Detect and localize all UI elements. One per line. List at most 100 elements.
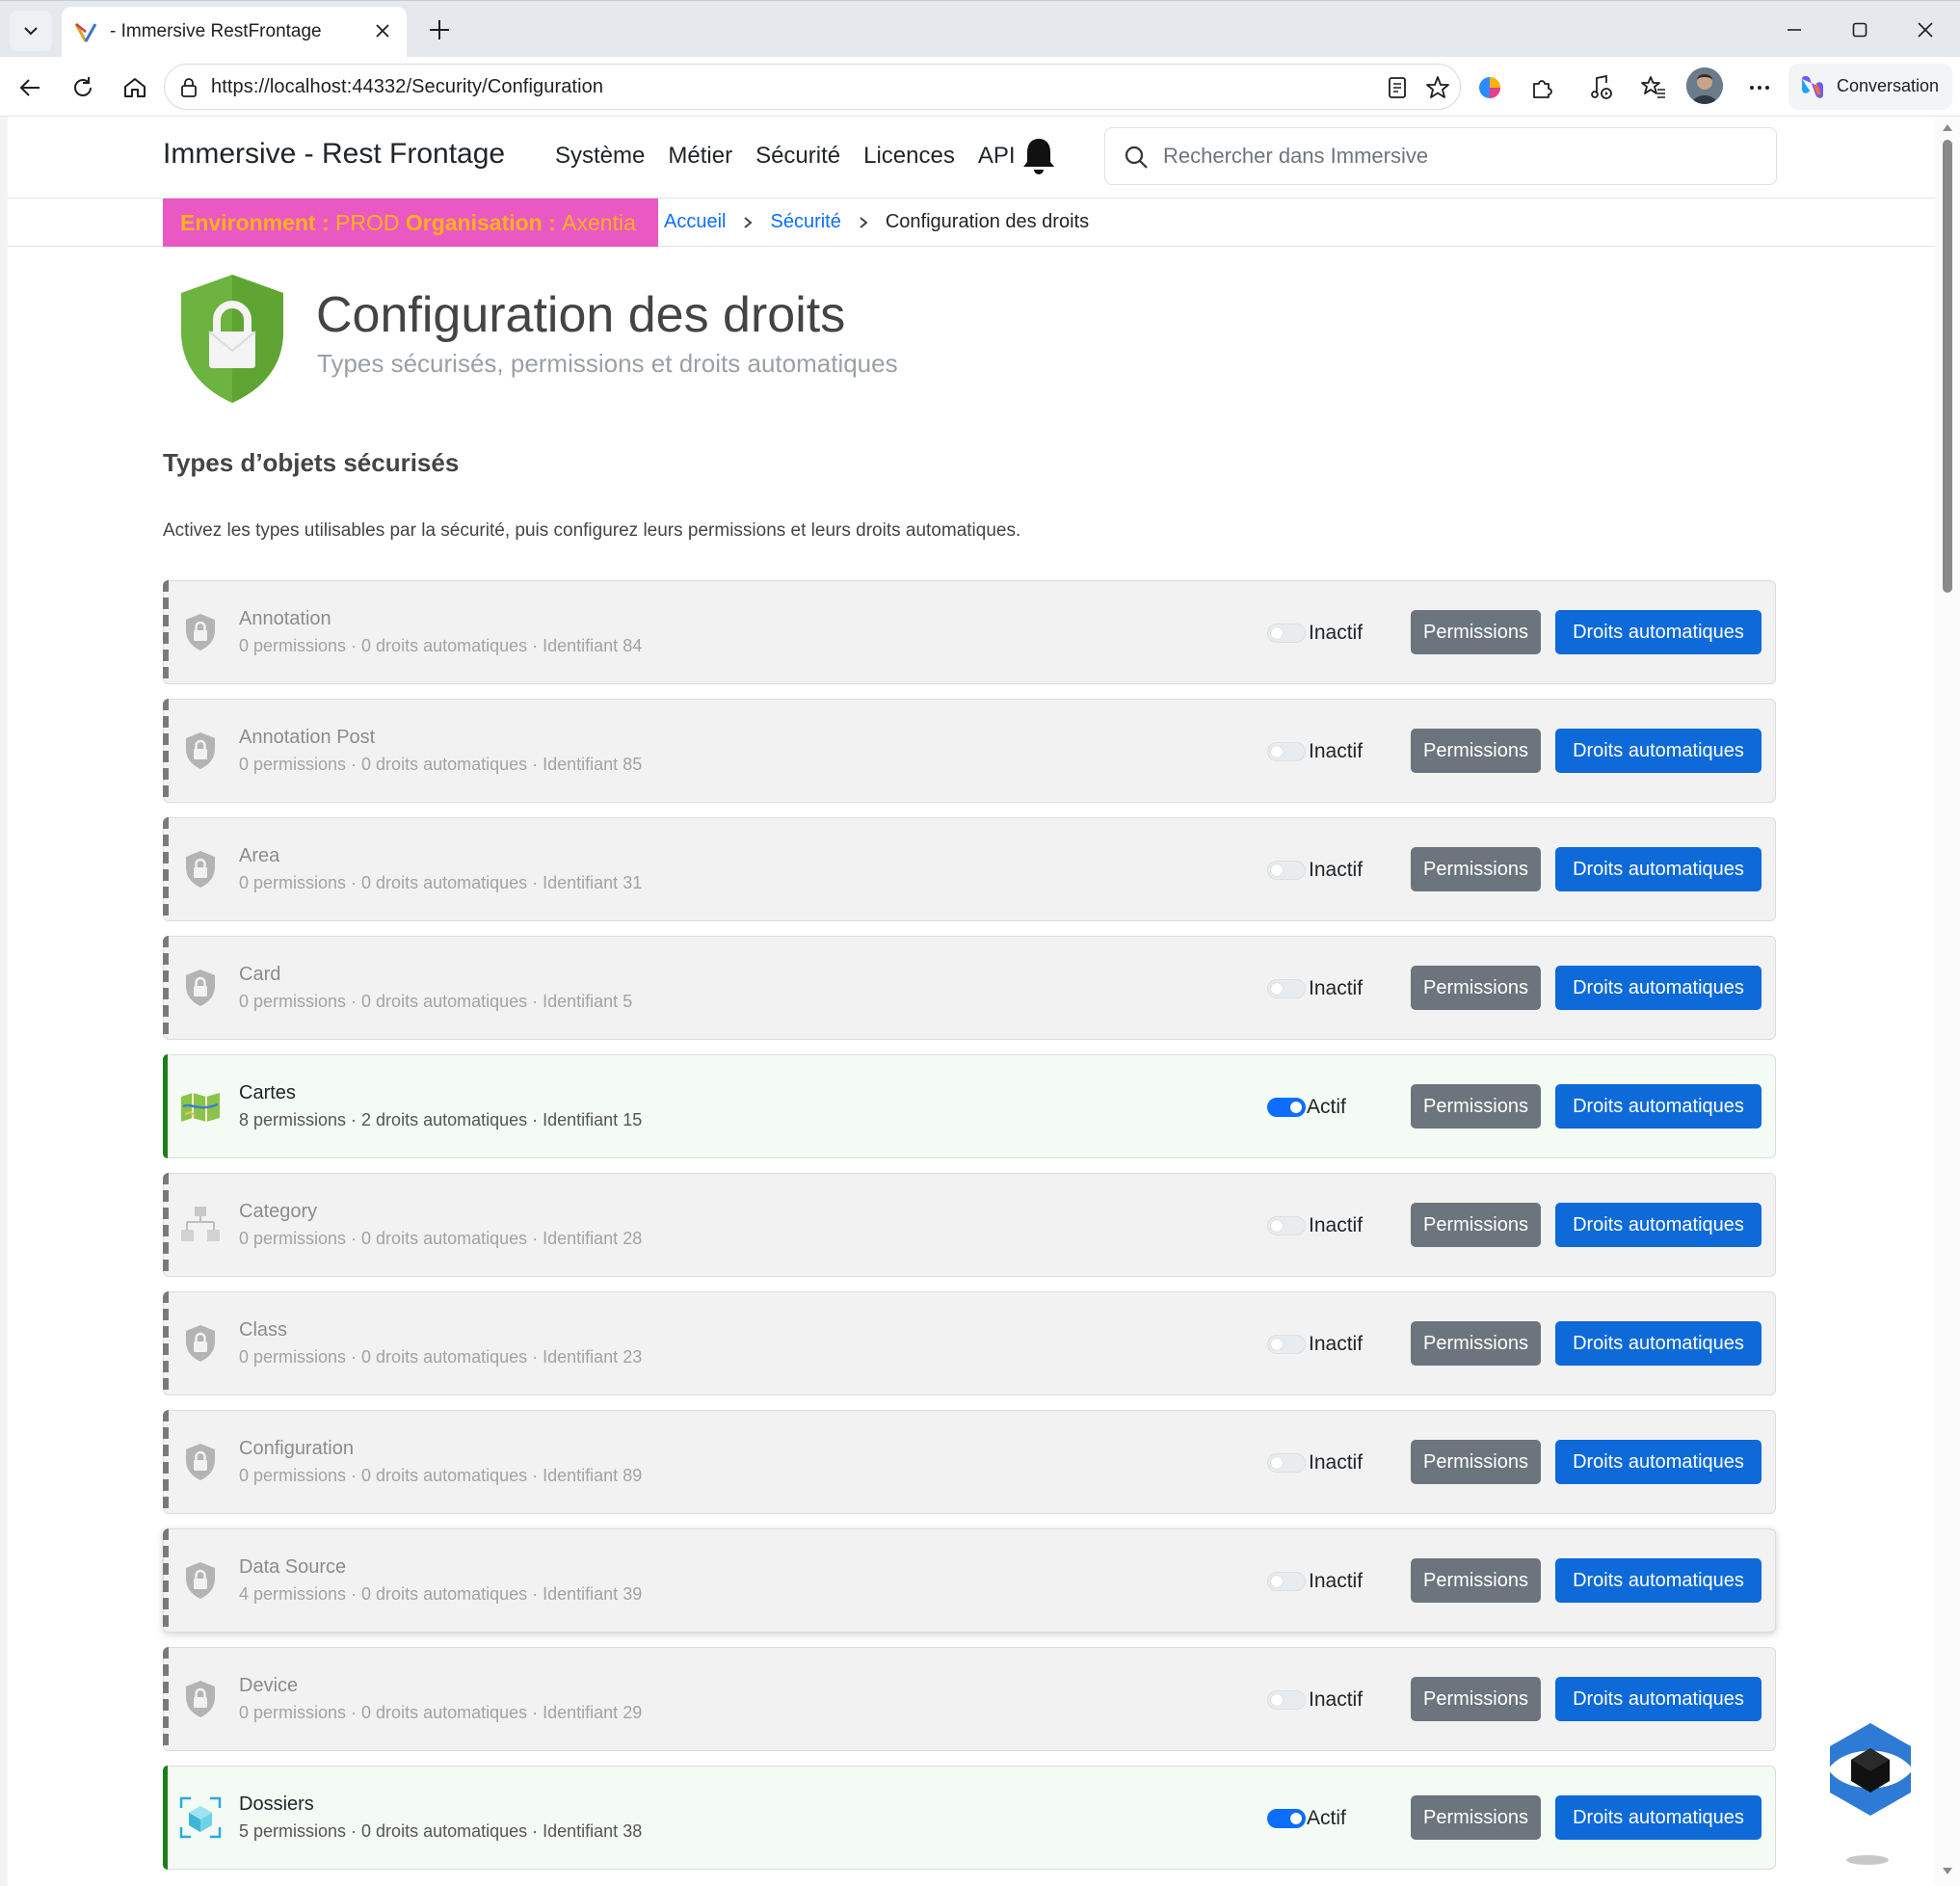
permissions-button[interactable]: Permissions [1411, 1321, 1541, 1366]
auto-rights-button[interactable]: Droits automatiques [1555, 1795, 1761, 1840]
status-label[interactable]: Inactif [1309, 1451, 1363, 1474]
menu-item-metier[interactable]: Métier [668, 143, 732, 170]
menu-item-api[interactable]: API [978, 143, 1016, 170]
global-search[interactable] [1104, 127, 1777, 185]
status-label[interactable]: Actif [1307, 1096, 1346, 1119]
address-url[interactable]: https://localhost:44332/Security/Configu… [211, 76, 603, 98]
settings-more-button[interactable] [1740, 68, 1779, 107]
permissions-button[interactable]: Permissions [1411, 1677, 1541, 1721]
browser-tab-active[interactable]: - Immersive RestFrontage [62, 7, 407, 58]
page-scrollbar[interactable] [1935, 117, 1960, 1886]
permissions-button[interactable]: Permissions [1411, 1084, 1541, 1129]
home-button[interactable] [116, 68, 154, 107]
auto-rights-button[interactable]: Droits automatiques [1555, 1321, 1761, 1366]
arrow-left-icon [19, 79, 40, 96]
minimize-button[interactable] [1775, 11, 1814, 49]
music-note-icon [1591, 74, 1612, 99]
permissions-button[interactable]: Permissions [1411, 610, 1541, 654]
secured-type-row: Class 0 permissions · 0 droits automatiqu… [163, 1291, 1776, 1395]
permissions-button[interactable]: Permissions [1411, 1203, 1541, 1247]
shield-lock-icon [179, 1440, 222, 1484]
app-header: Immersive - Rest Frontage Système Métier… [8, 117, 1935, 199]
tab-close-icon[interactable] [370, 18, 395, 43]
site-info-icon[interactable] [176, 75, 201, 100]
type-name: Dossiers [239, 1793, 314, 1815]
reader-view-icon[interactable] [1383, 73, 1412, 102]
copilot-sidebar-button[interactable] [1470, 68, 1509, 107]
assistant-eye-icon[interactable] [1824, 1721, 1917, 1818]
active-toggle[interactable] [1267, 1809, 1306, 1828]
tab-list-button[interactable] [10, 11, 52, 51]
scroll-up-arrow-icon[interactable] [1942, 122, 1953, 132]
profile-avatar[interactable] [1686, 67, 1723, 104]
scrollbar-thumb[interactable] [1943, 140, 1952, 593]
status-label[interactable]: Inactif [1309, 1333, 1363, 1356]
favorite-star-icon[interactable] [1423, 73, 1452, 102]
new-tab-button[interactable] [422, 13, 457, 47]
url-prefix: https:// [211, 76, 270, 97]
status-label[interactable]: Inactif [1309, 977, 1363, 1000]
extensions-button[interactable] [1523, 68, 1561, 107]
active-toggle[interactable] [1267, 1098, 1306, 1117]
permissions-button[interactable]: Permissions [1411, 966, 1541, 1010]
permissions-button[interactable]: Permissions [1411, 1558, 1541, 1603]
active-toggle[interactable] [1267, 1216, 1306, 1235]
auto-rights-button[interactable]: Droits automatiques [1555, 1440, 1761, 1484]
context-bar: Environment : PROD Organisation : Axenti… [8, 199, 1935, 247]
close-window-button[interactable] [1906, 11, 1945, 49]
search-input[interactable] [1163, 140, 1761, 173]
status-label[interactable]: Inactif [1309, 1688, 1363, 1712]
address-bar[interactable]: https://localhost:44332/Security/Configu… [164, 64, 1461, 110]
auto-rights-button[interactable]: Droits automatiques [1555, 1558, 1761, 1603]
shield-lock-icon [179, 1558, 222, 1603]
breadcrumb-security-link[interactable]: Sécurité [770, 211, 840, 233]
auto-rights-button[interactable]: Droits automatiques [1555, 1203, 1761, 1247]
conversation-button[interactable]: Conversation [1788, 64, 1952, 110]
menu-item-securite[interactable]: Sécurité [755, 143, 840, 170]
notification-bell-icon[interactable] [1021, 136, 1056, 176]
maximize-button[interactable] [1841, 11, 1879, 49]
app-brand[interactable]: Immersive - Rest Frontage [163, 138, 505, 171]
menu-item-systeme[interactable]: Système [555, 143, 645, 170]
status-label[interactable]: Inactif [1309, 622, 1363, 645]
permissions-button[interactable]: Permissions [1411, 847, 1541, 891]
back-button[interactable] [12, 68, 50, 107]
active-toggle[interactable] [1267, 861, 1306, 880]
active-toggle[interactable] [1267, 1690, 1306, 1710]
auto-rights-button[interactable]: Droits automatiques [1555, 729, 1761, 773]
type-meta: 4 permissions · 0 droits automatiques · … [239, 1584, 643, 1604]
type-name: Device [239, 1675, 299, 1696]
environment-value: PROD [335, 209, 400, 235]
status-label[interactable]: Inactif [1309, 740, 1363, 763]
url-host: localhost [269, 76, 347, 97]
media-control-button[interactable] [1582, 68, 1621, 107]
active-toggle[interactable] [1267, 624, 1306, 643]
permissions-button[interactable]: Permissions [1411, 1795, 1541, 1840]
active-toggle[interactable] [1267, 1453, 1306, 1473]
refresh-icon [74, 77, 92, 96]
active-toggle[interactable] [1267, 1572, 1306, 1591]
status-label[interactable]: Inactif [1309, 1570, 1363, 1593]
plus-icon [430, 20, 449, 40]
refresh-button[interactable] [64, 68, 102, 107]
environment-key: Environment : [180, 209, 330, 235]
auto-rights-button[interactable]: Droits automatiques [1555, 847, 1761, 891]
auto-rights-button[interactable]: Droits automatiques [1555, 966, 1761, 1010]
status-label[interactable]: Inactif [1309, 859, 1363, 882]
favorites-button[interactable] [1634, 68, 1673, 107]
auto-rights-button[interactable]: Droits automatiques [1555, 1677, 1761, 1721]
scroll-down-arrow-icon[interactable] [1942, 1867, 1953, 1876]
tab-title: - Immersive RestFrontage [110, 21, 322, 41]
shield-lock-icon [179, 729, 222, 773]
permissions-button[interactable]: Permissions [1411, 729, 1541, 773]
status-label[interactable]: Actif [1307, 1807, 1346, 1830]
active-toggle[interactable] [1267, 979, 1306, 998]
menu-item-licences[interactable]: Licences [863, 143, 955, 170]
active-toggle[interactable] [1267, 1335, 1306, 1354]
active-toggle[interactable] [1267, 742, 1306, 761]
breadcrumb-home-link[interactable]: Accueil [664, 211, 726, 233]
permissions-button[interactable]: Permissions [1411, 1440, 1541, 1484]
auto-rights-button[interactable]: Droits automatiques [1555, 1084, 1761, 1129]
status-label[interactable]: Inactif [1309, 1214, 1363, 1237]
auto-rights-button[interactable]: Droits automatiques [1555, 610, 1761, 654]
